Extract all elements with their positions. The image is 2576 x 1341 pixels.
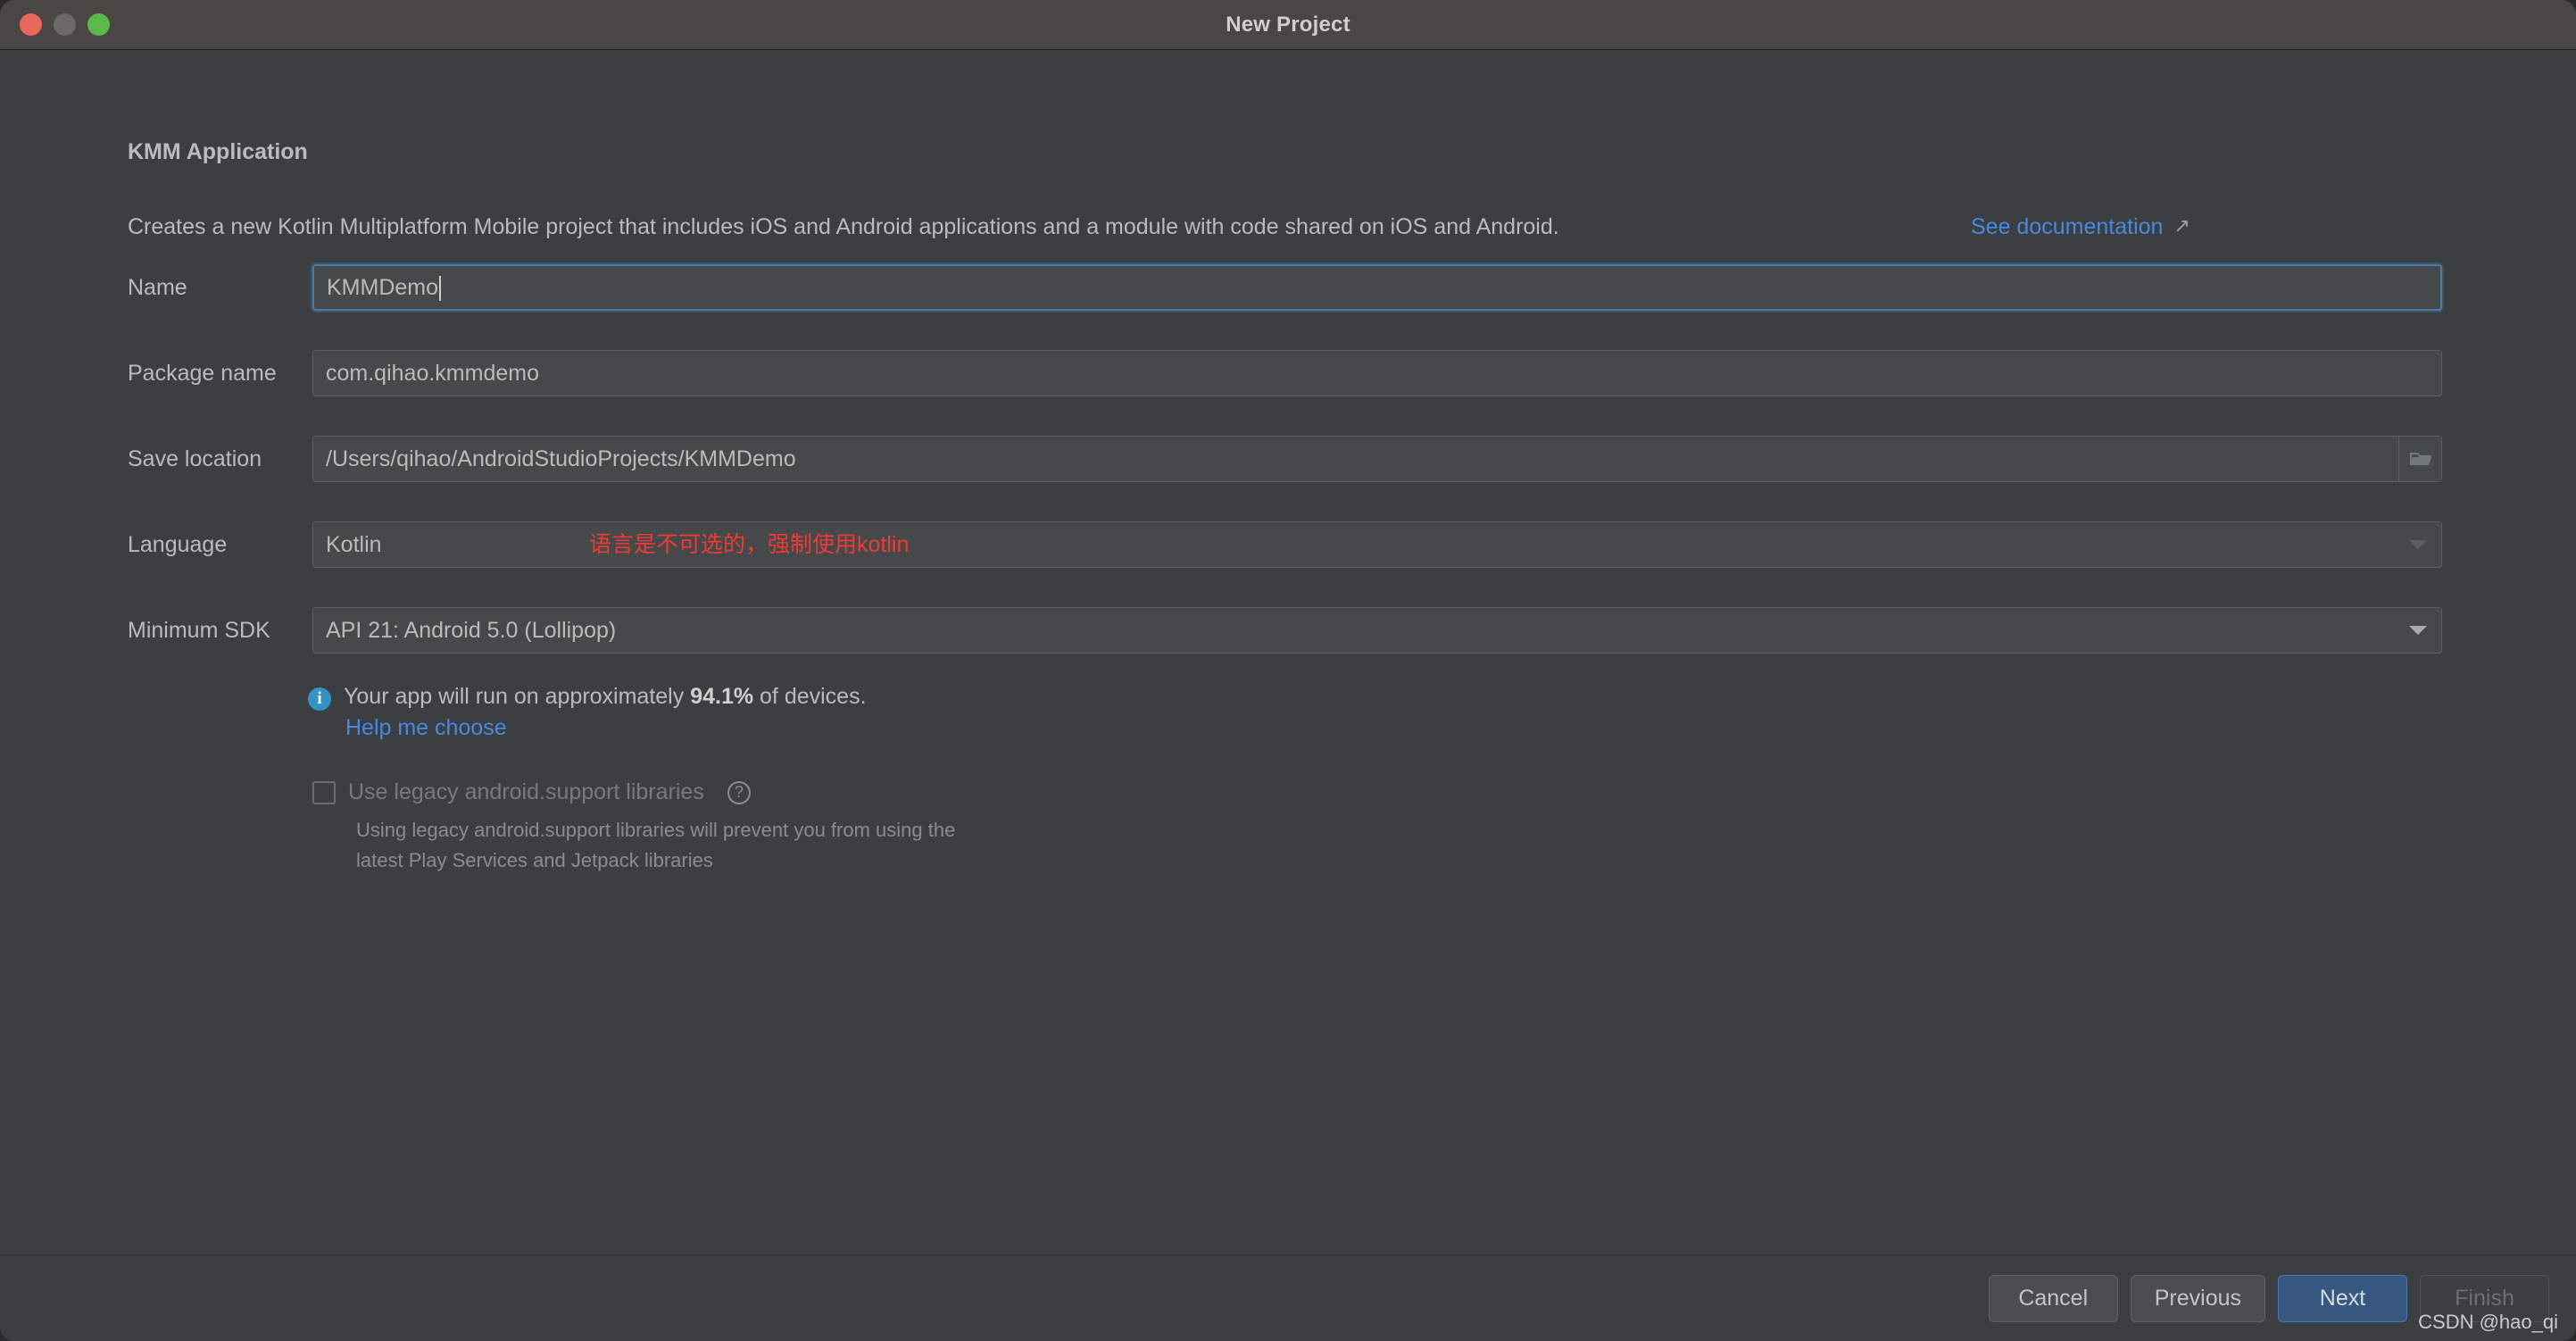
minimum-sdk-label: Minimum SDK	[128, 618, 270, 643]
chevron-down-icon	[2409, 540, 2427, 549]
browse-folder-button[interactable]	[2398, 437, 2441, 481]
info-icon: i	[308, 687, 331, 711]
finish-button: Finish	[2420, 1275, 2549, 1322]
legacy-libraries-hint: Using legacy android.support libraries w…	[356, 819, 956, 871]
save-location-label: Save location	[128, 446, 262, 471]
page-description: Creates a new Kotlin Multiplatform Mobil…	[128, 214, 1559, 239]
coverage-percent: 94.1%	[690, 684, 754, 709]
use-legacy-support-checkbox[interactable]	[312, 780, 336, 804]
language-label: Language	[128, 532, 228, 557]
package-name-input-value: com.qihao.kmmdemo	[326, 360, 539, 386]
page-title: KMM Application	[128, 139, 308, 164]
previous-button[interactable]: Previous	[2130, 1275, 2265, 1322]
chevron-down-icon	[2409, 626, 2427, 635]
use-legacy-support-label: Use legacy android.support libraries	[348, 779, 704, 804]
see-documentation-link[interactable]: See documentation ↗	[1971, 214, 2190, 240]
language-dropdown-value: Kotlin	[326, 531, 382, 557]
window-titlebar: New Project	[0, 0, 2576, 50]
coverage-text-before: Your app will run on approximately	[344, 684, 691, 709]
text-caret	[439, 276, 442, 301]
dialog-content: KMM Application Creates a new Kotlin Mul…	[0, 50, 2576, 1341]
device-coverage-text: Your app will run on approximately 94.1%…	[344, 684, 867, 710]
save-location-input-value: /Users/qihao/AndroidStudioProjects/KMMDe…	[326, 446, 796, 471]
name-input[interactable]: KMMDemo	[312, 264, 2442, 311]
language-dropdown[interactable]: Kotlin	[312, 521, 2442, 568]
folder-icon	[2409, 453, 2431, 465]
next-button[interactable]: Next	[2278, 1275, 2407, 1322]
package-name-input[interactable]: com.qihao.kmmdemo	[312, 350, 2442, 396]
question-mark-icon[interactable]: ?	[727, 780, 751, 804]
footer-button-group: Cancel Previous Next Finish	[1988, 1275, 2549, 1322]
see-documentation-label: See documentation	[1971, 214, 2164, 239]
package-name-label: Package name	[128, 361, 277, 386]
new-project-dialog: New Project KMM Application Creates a ne…	[0, 0, 2576, 1341]
help-me-choose-link[interactable]: Help me choose	[345, 715, 507, 741]
coverage-text-after: of devices.	[753, 684, 867, 709]
cancel-button[interactable]: Cancel	[1988, 1275, 2118, 1322]
legacy-libraries-row: Use legacy android.support libraries ?	[312, 779, 751, 805]
dialog-footer: Cancel Previous Next Finish CSDN @hao_qi	[0, 1254, 2576, 1341]
name-label: Name	[128, 275, 187, 300]
name-input-value: KMMDemo	[327, 274, 439, 300]
minimum-sdk-dropdown-value: API 21: Android 5.0 (Lollipop)	[326, 617, 617, 643]
minimum-sdk-dropdown[interactable]: API 21: Android 5.0 (Lollipop)	[312, 607, 2442, 654]
external-link-arrow-icon: ↗	[2173, 213, 2190, 237]
save-location-input[interactable]: /Users/qihao/AndroidStudioProjects/KMMDe…	[312, 436, 2442, 482]
window-title: New Project	[1226, 12, 1350, 37]
device-coverage-info: i Your app will run on approximately 94.…	[308, 684, 867, 711]
